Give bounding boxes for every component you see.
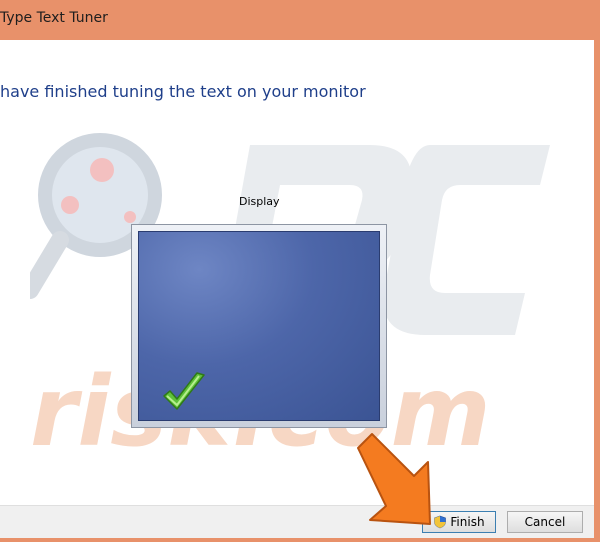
cancel-label: Cancel — [524, 515, 566, 529]
uac-shield-icon — [434, 515, 447, 529]
window-title: Type Text Tuner — [0, 10, 108, 26]
page-heading: have finished tuning the text on your mo… — [0, 82, 366, 101]
finish-label: Finish — [450, 515, 485, 529]
monitor-screen — [138, 231, 380, 421]
display-label: Display — [239, 195, 280, 208]
title-bar: Type Text Tuner — [0, 0, 600, 40]
dialog-footer: Finish Cancel — [0, 505, 594, 538]
dialog-content: have finished tuning the text on your mo… — [0, 40, 594, 537]
monitor-preview — [131, 224, 387, 428]
cancel-button[interactable]: Cancel — [507, 511, 583, 533]
finish-button[interactable]: Finish — [422, 511, 496, 533]
checkmark-icon — [163, 372, 205, 410]
